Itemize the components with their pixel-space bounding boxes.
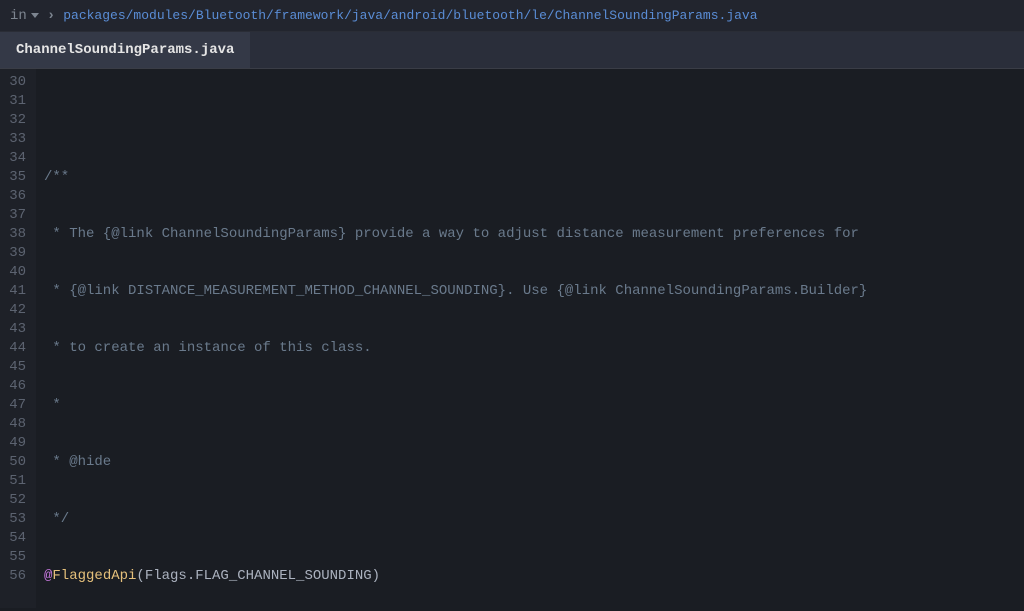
line-number[interactable]: 39 — [8, 244, 26, 263]
line-number[interactable]: 50 — [8, 453, 26, 472]
line-number-gutter: 30 31 32 33 34 35 36 37 38 39 40 41 42 4… — [0, 69, 36, 608]
breadcrumb-dropdown[interactable]: in — [10, 8, 39, 24]
line-number[interactable]: 45 — [8, 358, 26, 377]
line-number[interactable]: 30 — [8, 73, 26, 92]
line-number[interactable]: 56 — [8, 567, 26, 586]
code-line: * @hide — [44, 453, 1016, 472]
chevron-right-icon: › — [47, 8, 55, 24]
line-number[interactable]: 55 — [8, 548, 26, 567]
line-number[interactable]: 34 — [8, 149, 26, 168]
code-line: */ — [44, 510, 1016, 529]
line-number[interactable]: 33 — [8, 130, 26, 149]
line-number[interactable]: 44 — [8, 339, 26, 358]
line-number[interactable]: 49 — [8, 434, 26, 453]
code-line: * The {@link ChannelSoundingParams} prov… — [44, 225, 1016, 244]
line-number[interactable]: 37 — [8, 206, 26, 225]
line-number[interactable]: 43 — [8, 320, 26, 339]
line-number[interactable]: 54 — [8, 529, 26, 548]
breadcrumb-bar: in › packages/modules/Bluetooth/framewor… — [0, 0, 1024, 32]
code-content[interactable]: /** * The {@link ChannelSoundingParams} … — [36, 69, 1024, 608]
line-number[interactable]: 35 — [8, 168, 26, 187]
line-number[interactable]: 38 — [8, 225, 26, 244]
line-number[interactable]: 40 — [8, 263, 26, 282]
chevron-down-icon — [31, 13, 39, 18]
line-number[interactable]: 36 — [8, 187, 26, 206]
code-line: /** — [44, 168, 1016, 187]
line-number[interactable]: 46 — [8, 377, 26, 396]
line-number[interactable]: 31 — [8, 92, 26, 111]
code-line: * to create an instance of this class. — [44, 339, 1016, 358]
line-number[interactable]: 42 — [8, 301, 26, 320]
code-line — [44, 111, 1016, 130]
line-number[interactable]: 32 — [8, 111, 26, 130]
line-number[interactable]: 47 — [8, 396, 26, 415]
code-editor: 30 31 32 33 34 35 36 37 38 39 40 41 42 4… — [0, 69, 1024, 608]
code-line: @FlaggedApi(Flags.FLAG_CHANNEL_SOUNDING) — [44, 567, 1016, 586]
line-number[interactable]: 41 — [8, 282, 26, 301]
tab-bar: ChannelSoundingParams.java — [0, 32, 1024, 69]
code-line: * {@link DISTANCE_MEASUREMENT_METHOD_CHA… — [44, 282, 1016, 301]
line-number[interactable]: 52 — [8, 491, 26, 510]
breadcrumb-dropdown-label: in — [10, 8, 27, 24]
tab-active[interactable]: ChannelSoundingParams.java — [0, 32, 250, 68]
line-number[interactable]: 48 — [8, 415, 26, 434]
line-number[interactable]: 53 — [8, 510, 26, 529]
code-line: * — [44, 396, 1016, 415]
breadcrumb-path[interactable]: packages/modules/Bluetooth/framework/jav… — [63, 8, 757, 23]
line-number[interactable]: 51 — [8, 472, 26, 491]
tab-filename: ChannelSoundingParams.java — [16, 42, 234, 58]
